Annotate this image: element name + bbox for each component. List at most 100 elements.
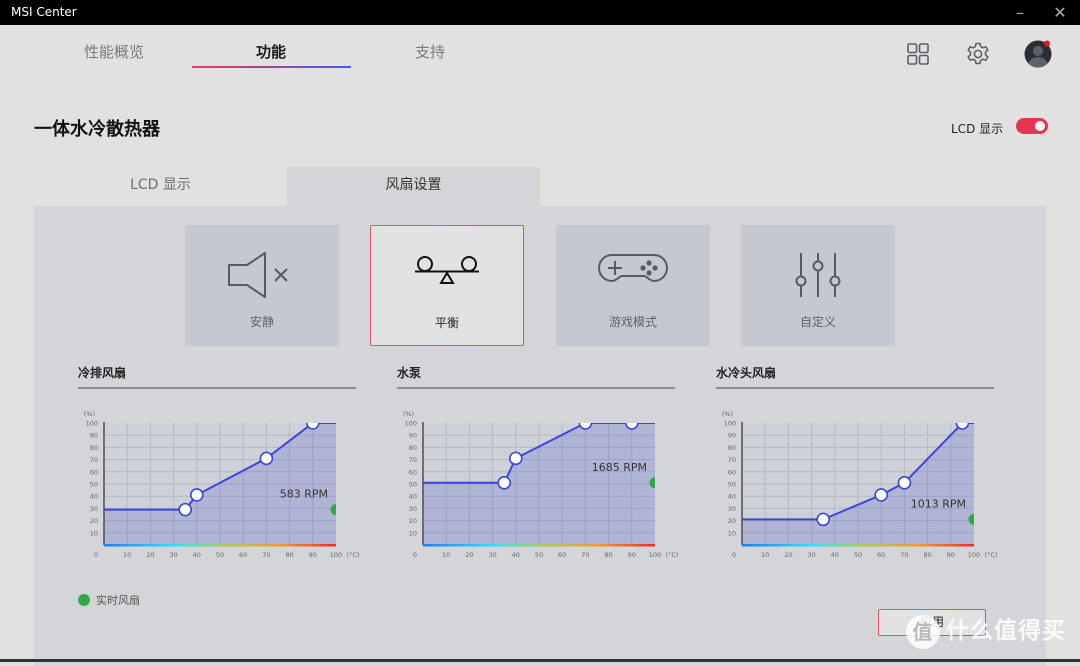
- x-tick-label: 100: [968, 551, 980, 559]
- y-tick-label: 40: [90, 492, 98, 500]
- curve-handle: [306, 422, 320, 430]
- close-icon[interactable]: ✕: [1050, 3, 1070, 23]
- x-tick-label: 60: [877, 551, 885, 559]
- fan-curve-chart[interactable]: 1013 RPM102030405060708090100(%)0 10 20 30 4…: [706, 389, 1006, 559]
- curve-handle: [897, 475, 912, 490]
- y-tick-label: 50: [409, 480, 417, 488]
- fan-settings-panel: 安静 平衡 游戏模式 自定义 冷排风扇 583 RPM 10 20 30 40 …: [34, 206, 1046, 666]
- y-tick-label: 80: [728, 443, 736, 451]
- nav-tab-features[interactable]: 功能: [191, 41, 351, 62]
- mode-custom[interactable]: 自定义: [741, 225, 895, 346]
- watermark-logo: 值: [906, 614, 940, 649]
- y-tick-label: 40: [728, 492, 736, 500]
- y-axis-unit: (%): [722, 410, 733, 418]
- window-title: MSI Center: [11, 5, 77, 19]
- x-tick-label: 90: [628, 551, 636, 559]
- sliders-icon: [795, 253, 841, 297]
- rpm-label: 583 RPM: [280, 487, 328, 500]
- x-tick-label: 20: [146, 551, 154, 559]
- mode-balanced[interactable]: 平衡: [370, 225, 524, 346]
- curve-handle: [190, 487, 204, 502]
- x-axis-unit: (°C): [985, 551, 998, 559]
- fan-curve-chart[interactable]: 583 RPM102030405060708090100(%)0 10 20 30 40…: [68, 389, 368, 559]
- mode-label: 安静: [249, 315, 274, 329]
- gear-icon[interactable]: [965, 41, 991, 67]
- y-tick-label: 20: [409, 517, 417, 525]
- x-tick-label: 70: [900, 551, 908, 559]
- lcd-display-toggle[interactable]: [1016, 118, 1048, 134]
- x-tick-label: 20: [465, 551, 473, 559]
- x-tick-label: 90: [309, 551, 317, 559]
- page-title: 一体水冷散热器: [34, 119, 160, 140]
- title-bar: MSI Center – ✕: [0, 0, 1080, 25]
- x-tick-label: 30: [488, 551, 496, 559]
- curve-handle: [259, 451, 274, 465]
- realtime-indicator: [330, 503, 336, 515]
- legend: 实时风扇: [78, 592, 140, 608]
- seesaw-balance-icon: [415, 256, 479, 284]
- y-tick-label: 80: [409, 443, 417, 451]
- y-tick-label: 10: [90, 529, 98, 537]
- x-axis-temperature-bar: [104, 543, 336, 546]
- x-tick-label: 10: [442, 551, 450, 559]
- x-tick-label: 0: [732, 551, 736, 559]
- curve-handle: [816, 512, 830, 526]
- x-tick-label: 30: [807, 551, 815, 559]
- y-tick-label: 50: [90, 480, 98, 488]
- x-tick-label: 100: [649, 551, 661, 559]
- grid-apps-icon[interactable]: [905, 41, 931, 67]
- x-tick-label: 20: [784, 551, 792, 559]
- notification-dot: [1044, 40, 1050, 47]
- subtab-fan-settings[interactable]: 风扇设置: [287, 167, 540, 206]
- x-tick-label: 80: [923, 551, 931, 559]
- y-tick-label: 60: [90, 468, 98, 476]
- chart-title: 冷排风扇: [78, 366, 127, 380]
- x-tick-label: 0: [413, 551, 417, 559]
- x-tick-label: 40: [512, 551, 520, 559]
- y-tick-label: 60: [728, 468, 736, 476]
- gamepad-icon: [598, 254, 668, 283]
- x-axis-temperature-bar: [742, 543, 974, 546]
- y-tick-label: 70: [90, 456, 98, 464]
- nav-tab-support[interactable]: 支持: [350, 41, 510, 62]
- y-tick-label: 90: [90, 431, 98, 439]
- x-tick-label: 30: [169, 551, 177, 559]
- chart-waterblock-fan: 水冷头风扇 1013 RPM 10 20 30 40 50 60 70 80 90 100 (%) 0 1…: [706, 366, 997, 563]
- y-tick-label: 90: [409, 431, 417, 439]
- realtime-fan-dot: [78, 594, 90, 606]
- x-tick-label: 50: [535, 551, 543, 559]
- curve-handle: [625, 422, 639, 430]
- curve-handle: [178, 502, 192, 516]
- chart-pump: 水泵 1685 RPM 10 20 30 40 50 60 70 80 90 100 (%) 0 10 20…: [387, 366, 678, 563]
- mode-silent[interactable]: 安静: [185, 225, 339, 346]
- y-axis-unit: (%): [403, 410, 414, 418]
- y-tick-label: 40: [409, 492, 417, 500]
- x-tick-label: 40: [831, 551, 839, 559]
- nav-tab-performance[interactable]: 性能概览: [34, 41, 194, 62]
- y-tick-label: 100: [86, 419, 98, 427]
- rpm-label: 1013 RPM: [911, 497, 966, 510]
- y-tick-label: 30: [90, 504, 98, 512]
- y-tick-label: 60: [409, 468, 417, 476]
- pump-curve-chart[interactable]: 1685 RPM102030405060708090100(%)0 10 20 30 4…: [387, 389, 687, 559]
- subtab-lcd-display[interactable]: LCD 显示: [34, 167, 287, 206]
- x-tick-label: 60: [239, 551, 247, 559]
- x-tick-label: 90: [947, 551, 955, 559]
- rpm-label: 1685 RPM: [592, 460, 647, 473]
- x-tick-label: 100: [330, 551, 342, 559]
- x-tick-label: 40: [193, 551, 201, 559]
- user-avatar-icon[interactable]: [1024, 40, 1052, 68]
- x-tick-label: 70: [262, 551, 270, 559]
- mode-gaming[interactable]: 游戏模式: [556, 225, 710, 346]
- y-tick-label: 50: [728, 480, 736, 488]
- y-tick-label: 30: [409, 504, 417, 512]
- y-tick-label: 20: [90, 517, 98, 525]
- chart-title: 水泵: [397, 366, 422, 380]
- x-tick-label: 80: [604, 551, 612, 559]
- toggle-knob: [1035, 121, 1045, 131]
- mode-label: 平衡: [434, 316, 459, 330]
- curve-handle: [509, 451, 523, 465]
- minimize-icon[interactable]: –: [1010, 3, 1030, 23]
- chart-title: 水冷头风扇: [716, 366, 777, 380]
- y-tick-label: 70: [409, 456, 417, 464]
